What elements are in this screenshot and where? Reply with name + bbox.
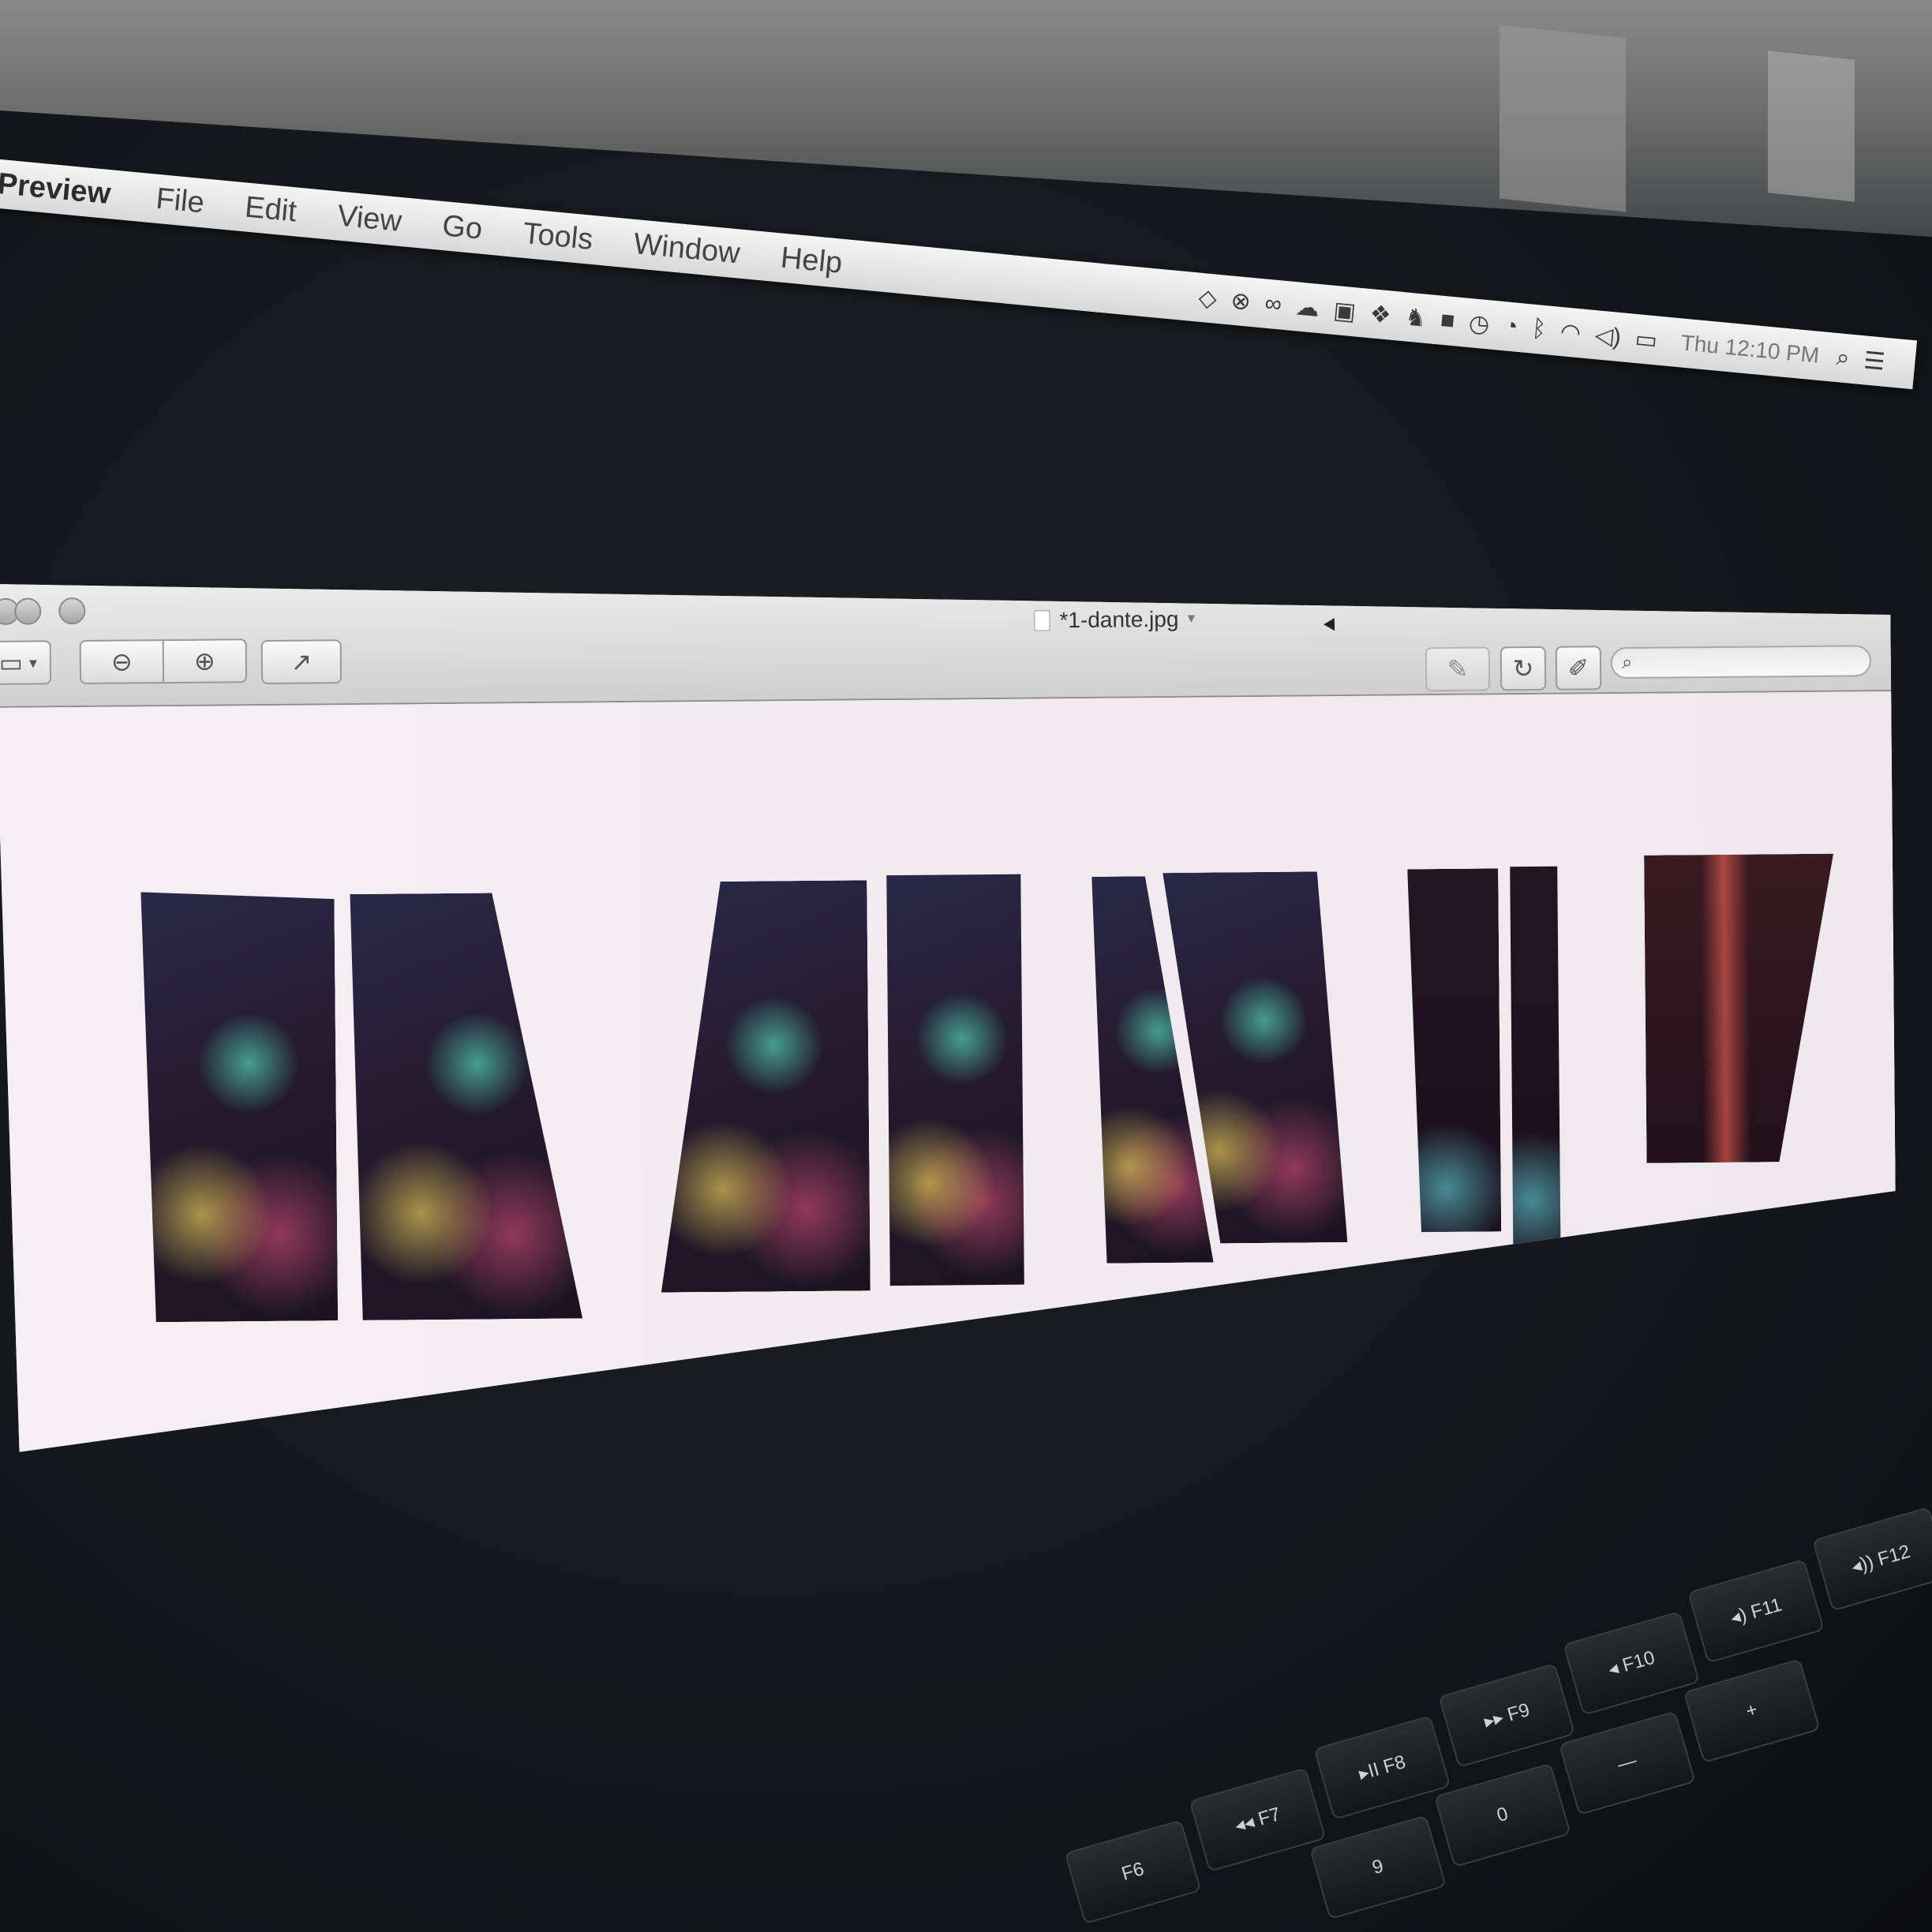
document-title[interactable]: *1-dante.jpg ▼ [1034,607,1197,634]
key: ▸▸ F9 [1438,1663,1576,1768]
key: ◂)) F12 [1811,1506,1932,1612]
dropbox-icon[interactable]: ◇ [1197,283,1218,313]
key: ◂◂ F7 [1189,1767,1327,1873]
share-icon: ↗ [290,647,313,676]
chevron-down-icon: ▾ [28,654,38,672]
search-icon: ⌕ [1621,651,1633,673]
mouse-pointer-icon [1324,618,1340,634]
key: + [1683,1658,1821,1764]
annotate-icon: ✐ [1567,653,1589,683]
bluetooth-icon[interactable]: ᛒ [1531,316,1548,344]
spotlight-search-icon[interactable]: ⌕ [1835,344,1851,372]
markup-button[interactable]: ✎ [1425,646,1490,691]
battery-icon[interactable]: ▭ [1634,324,1659,354]
wifi-icon[interactable]: ◠ [1559,317,1582,346]
search-input[interactable]: ⌕ [1611,645,1871,679]
menu-help[interactable]: Help [779,241,844,280]
image-canvas[interactable] [0,691,1898,1452]
zoom-control: ⊖ ⊕ [80,638,247,684]
rotate-icon: ↻ [1512,653,1534,683]
key: F6 [1064,1819,1202,1925]
document-title-text: *1-dante.jpg [1059,606,1179,633]
image-fragment [1407,868,1501,1232]
image-fragment [350,893,582,1321]
zoom-in-icon: ⊕ [193,646,215,676]
chevron-down-icon: ▼ [1185,612,1198,626]
key: ◂) F11 [1687,1559,1825,1664]
key: 9 [1309,1814,1447,1920]
app-icon[interactable]: ▣ [1332,296,1357,326]
menu-go[interactable]: Go [441,209,484,247]
zoom-out-button[interactable]: ⊖ [81,641,163,683]
image-fragment [657,880,871,1292]
menubar-clock[interactable]: Thu 12:10 PM [1679,330,1820,368]
adobe-icon[interactable]: ⊗ [1230,286,1252,316]
zoom-in-button[interactable]: ⊕ [163,640,245,682]
volume-icon[interactable]: ◁) [1593,321,1622,351]
window-toolbar: *1-dante.jpg ▼ ▭ ▾ ⊖ ⊕ ↗ ✎ ↻ ✐ ⌕ [0,567,1891,708]
sidebar-icon: ▭ [0,648,24,677]
menu-file[interactable]: File [155,182,206,220]
laptop-keyboard: F6 ◂◂ F7 ▸II F8 ▸▸ F9 ◂ F10 ◂) F11 ◂)) F… [947,1368,1932,1932]
zoom-out-icon: ⊖ [110,647,133,676]
menu-app-preview[interactable]: Preview [0,167,112,211]
edit-toolbar-button[interactable]: ✐ [1556,646,1601,691]
clock-icon[interactable]: ◷ [1468,309,1491,339]
menu-window[interactable]: Window [632,227,742,271]
status-menus: ◇ ⊗ ∞ ☁ ▣ ❖ ♞ ■ ◷ ◔ ᛒ ◠ ◁) ▭ Thu 12:10 P… [1196,273,1901,388]
square-icon[interactable]: ■ [1440,307,1456,335]
menu-tools[interactable]: Tools [522,216,594,256]
photo-scene: Preview File Edit View Go Tools Window H… [0,0,1932,1932]
image-fragment [140,890,338,1322]
notification-center-icon[interactable]: ☰ [1863,346,1886,376]
zoom-button[interactable] [58,597,85,624]
view-sidebar-button[interactable]: ▭ ▾ [0,640,51,685]
evernote-icon[interactable]: ♞ [1404,303,1428,332]
cloud-icon[interactable]: ☁ [1294,293,1320,323]
key: — [1558,1710,1696,1816]
creative-cloud-icon[interactable]: ∞ [1264,290,1282,319]
menu-view[interactable]: View [335,199,403,238]
key: ▸II F8 [1313,1715,1451,1821]
minimize-button[interactable] [14,597,41,624]
preview-window: *1-dante.jpg ▼ ▭ ▾ ⊖ ⊕ ↗ ✎ ↻ ✐ ⌕ [0,567,1898,1452]
key: 0 [1433,1762,1571,1868]
wall-object [1768,51,1855,202]
share-button[interactable]: ↗ [261,639,342,684]
image-fragment [886,874,1024,1286]
rotate-button[interactable]: ↻ [1500,646,1546,691]
wall-object [1500,24,1626,212]
file-icon [1034,610,1050,631]
key: ◂ F10 [1563,1611,1701,1716]
image-fragment [1644,854,1836,1163]
pen-icon: ✎ [1447,654,1469,683]
time-machine-icon[interactable]: ◔ [1503,313,1519,341]
menu-edit[interactable]: Edit [243,190,298,229]
window-frame: *1-dante.jpg ▼ ▭ ▾ ⊖ ⊕ ↗ ✎ ↻ ✐ ⌕ [0,567,1898,1452]
dropbox-sync-icon[interactable]: ❖ [1368,300,1392,329]
image-fragment [1510,867,1560,1246]
